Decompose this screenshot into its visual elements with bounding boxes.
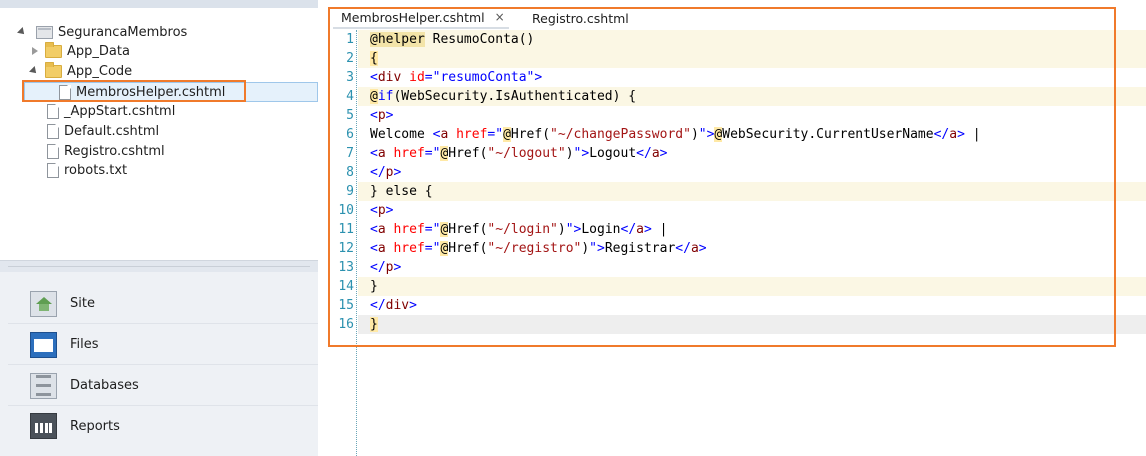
nav-item-databases[interactable]: Databases <box>8 366 318 406</box>
nav-item-reports[interactable]: Reports <box>8 406 318 446</box>
expand-arrow-icon[interactable] <box>30 65 40 77</box>
files-icon <box>30 331 57 358</box>
file-icon <box>47 123 59 139</box>
project-icon <box>36 25 53 39</box>
tree-item-label: _AppStart.cshtml <box>64 103 176 119</box>
tree-item-app-data[interactable]: App_Data <box>30 41 130 61</box>
reports-icon <box>30 413 57 439</box>
nav-item-label: Databases <box>70 378 139 393</box>
file-icon <box>47 143 59 159</box>
collapse-arrow-icon[interactable] <box>30 45 40 57</box>
tree-item-label: App_Data <box>67 43 130 59</box>
nav-item-site[interactable]: Site <box>8 284 318 324</box>
splitter-line <box>8 266 310 267</box>
tree-item-label: Default.cshtml <box>64 123 160 139</box>
nav-item-label: Site <box>70 296 95 311</box>
tree-item-label: robots.txt <box>64 162 128 178</box>
editor-area: MembrosHelper.cshtml × Registro.cshtml 1… <box>328 0 1146 456</box>
nav-item-files[interactable]: Files <box>8 325 318 365</box>
file-tree: SegurancaMembros App_Data App_Code Membr… <box>0 8 318 260</box>
expand-arrow-icon[interactable] <box>18 26 28 38</box>
tree-item-appstart[interactable]: _AppStart.cshtml <box>47 101 175 121</box>
tree-item-label: App_Code <box>67 63 133 79</box>
tree-item-app-code[interactable]: App_Code <box>30 61 132 81</box>
databases-icon <box>30 372 57 399</box>
file-icon <box>47 103 59 119</box>
file-icon <box>47 162 59 178</box>
folder-icon <box>45 61 62 78</box>
selection-highlight-box <box>22 80 246 102</box>
panel-splitter[interactable] <box>0 260 318 272</box>
tree-item-label: Registro.cshtml <box>64 143 165 159</box>
nav-item-label: Files <box>70 337 99 352</box>
folder-icon <box>45 41 62 58</box>
tree-item-label: SegurancaMembros <box>58 24 188 40</box>
site-icon <box>30 290 57 317</box>
tree-item-project[interactable]: SegurancaMembros <box>18 22 187 42</box>
tree-item-robots[interactable]: robots.txt <box>47 160 127 180</box>
editor-highlight-box <box>328 7 1116 347</box>
tree-item-registro[interactable]: Registro.cshtml <box>47 141 165 161</box>
nav-item-label: Reports <box>70 418 120 434</box>
left-panel-header <box>0 0 318 8</box>
workspace-nav: Site Files Databases Reports <box>0 272 318 456</box>
left-panel: SegurancaMembros App_Data App_Code Membr… <box>0 0 318 456</box>
tree-item-default[interactable]: Default.cshtml <box>47 121 159 141</box>
